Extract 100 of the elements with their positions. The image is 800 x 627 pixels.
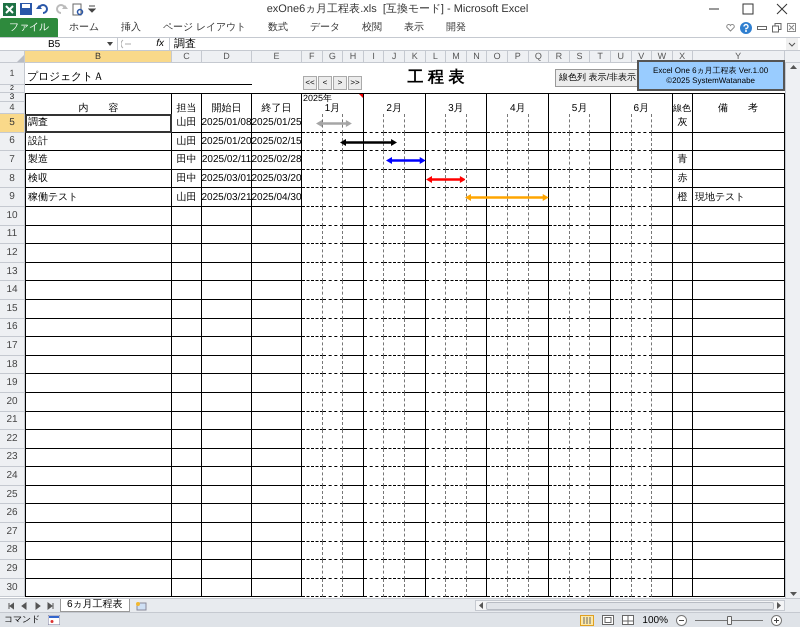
row-header[interactable]: 20 — [0, 392, 25, 412]
scroll-down-icon[interactable] — [790, 592, 796, 596]
nav-button[interactable]: >> — [348, 76, 362, 90]
column-header[interactable]: O — [487, 51, 508, 62]
column-header[interactable]: K — [404, 51, 426, 62]
column-header[interactable]: G — [322, 51, 344, 62]
ribbon-tab[interactable]: 数式 — [256, 18, 299, 37]
column-header[interactable]: R — [549, 51, 570, 62]
ribbon-tab[interactable]: 校閲 — [350, 18, 393, 37]
row-header[interactable]: 4 — [0, 102, 25, 114]
page-layout-view-icon[interactable] — [602, 615, 614, 625]
help-icon[interactable] — [740, 22, 752, 34]
insert-function-button[interactable]: fx — [154, 39, 166, 49]
row-header[interactable]: 13 — [0, 262, 25, 282]
task-name[interactable]: 稼働テスト — [25, 188, 172, 207]
task-name[interactable]: 製造 — [25, 151, 172, 170]
nav-button[interactable]: < — [318, 76, 332, 90]
row-header[interactable]: 1 — [0, 63, 25, 85]
expand-caret-icon[interactable] — [786, 38, 798, 50]
column-header[interactable]: J — [384, 51, 405, 62]
scroll-left-icon[interactable] — [479, 602, 483, 609]
row-header[interactable]: 25 — [0, 486, 25, 504]
row-header[interactable]: 7 — [0, 151, 25, 170]
row-header[interactable]: 19 — [0, 374, 25, 393]
column-header[interactable]: S — [570, 51, 590, 62]
file-tab[interactable]: ファイル — [0, 18, 58, 37]
row-header[interactable]: 16 — [0, 318, 25, 338]
row-header[interactable]: 3 — [0, 93, 25, 102]
zoom-in-icon[interactable] — [771, 614, 782, 626]
ribbon-tab[interactable]: 挿入 — [110, 18, 152, 37]
row-header[interactable]: 28 — [0, 542, 25, 560]
horizontal-scrollbar[interactable] — [475, 600, 785, 611]
ribbon-tab[interactable]: 表示 — [392, 18, 435, 37]
column-header[interactable]: U — [610, 51, 632, 62]
vertical-scrollbar[interactable] — [785, 63, 800, 598]
column-header[interactable]: M — [446, 51, 467, 62]
row-header[interactable]: 15 — [0, 300, 25, 319]
column-header[interactable]: T — [590, 51, 611, 62]
row-header[interactable]: 18 — [0, 356, 25, 374]
scroll-up-icon[interactable] — [790, 65, 796, 69]
sheet-tab[interactable]: 6ヵ月工程表 — [60, 599, 130, 612]
row-header[interactable]: 17 — [0, 337, 25, 356]
save-icon[interactable] — [20, 3, 32, 15]
column-header[interactable]: P — [508, 51, 529, 62]
ribbon-tab[interactable]: ページ レイアウト — [152, 18, 257, 37]
column-header[interactable]: C — [172, 51, 202, 62]
scrollbar-thumb[interactable] — [486, 602, 774, 610]
ribbon-tab[interactable]: データ — [298, 18, 351, 37]
row-header[interactable]: 14 — [0, 281, 25, 300]
column-header[interactable]: B — [25, 51, 172, 62]
macro-record-icon[interactable] — [48, 615, 60, 625]
minimize-icon[interactable] — [757, 24, 767, 30]
row-header[interactable]: 8 — [0, 170, 25, 188]
table-cell — [252, 318, 302, 338]
customize-caret-icon[interactable] — [88, 4, 96, 14]
zoom-slider-thumb[interactable] — [726, 616, 732, 624]
restore-icon[interactable] — [772, 22, 782, 32]
insert-sheet-icon[interactable] — [134, 600, 148, 610]
normal-view-icon[interactable] — [580, 614, 594, 626]
sheet-nav-icon[interactable] — [46, 602, 56, 610]
page-break-view-icon[interactable] — [622, 615, 634, 625]
row-header[interactable]: 30 — [0, 578, 25, 598]
row-header[interactable]: 26 — [0, 504, 25, 524]
print-preview-icon[interactable] — [72, 2, 84, 16]
row-header[interactable]: 12 — [0, 244, 25, 263]
column-header[interactable]: H — [343, 51, 364, 62]
row-header[interactable]: 9 — [0, 188, 25, 207]
column-header[interactable]: F — [302, 51, 323, 62]
column-header[interactable]: E — [252, 51, 302, 62]
column-header[interactable]: N — [466, 51, 488, 62]
row-header[interactable]: 29 — [0, 560, 25, 579]
resize-handle-icon[interactable] — [121, 39, 133, 49]
column-header[interactable]: D — [202, 51, 252, 62]
formula-field[interactable]: 調査 — [170, 38, 786, 50]
ribbon-tab[interactable]: 開発 — [434, 18, 477, 37]
column-header[interactable]: I — [364, 51, 384, 62]
ribbon-tab[interactable]: ホーム — [58, 18, 110, 37]
task-name[interactable]: 調査 — [25, 114, 172, 133]
scroll-right-icon[interactable] — [777, 602, 781, 609]
name-box[interactable]: B5 — [0, 38, 118, 50]
column-header[interactable]: Q — [528, 51, 550, 62]
row-header[interactable]: 6 — [0, 132, 25, 152]
row-header[interactable]: 27 — [0, 523, 25, 542]
task-name[interactable]: 検収 — [25, 170, 172, 188]
row-header[interactable]: 22 — [0, 430, 25, 449]
nav-button[interactable]: << — [303, 76, 317, 90]
column-header[interactable]: L — [426, 51, 446, 62]
row-header[interactable]: 23 — [0, 448, 25, 468]
row-header[interactable]: 5 — [0, 114, 25, 133]
row-header[interactable]: 11 — [0, 226, 25, 244]
row-header[interactable]: 24 — [0, 467, 25, 486]
owner-cell: 山田 — [172, 132, 202, 152]
heart-icon[interactable] — [726, 24, 735, 32]
undo-icon[interactable] — [36, 3, 50, 15]
zoom-out-icon[interactable] — [676, 614, 687, 626]
row-header[interactable]: 10 — [0, 206, 25, 226]
zoom-level[interactable]: 100% — [642, 612, 668, 627]
row-header[interactable]: 21 — [0, 412, 25, 430]
task-name[interactable]: 設計 — [25, 132, 172, 152]
nav-button[interactable]: > — [333, 76, 347, 90]
